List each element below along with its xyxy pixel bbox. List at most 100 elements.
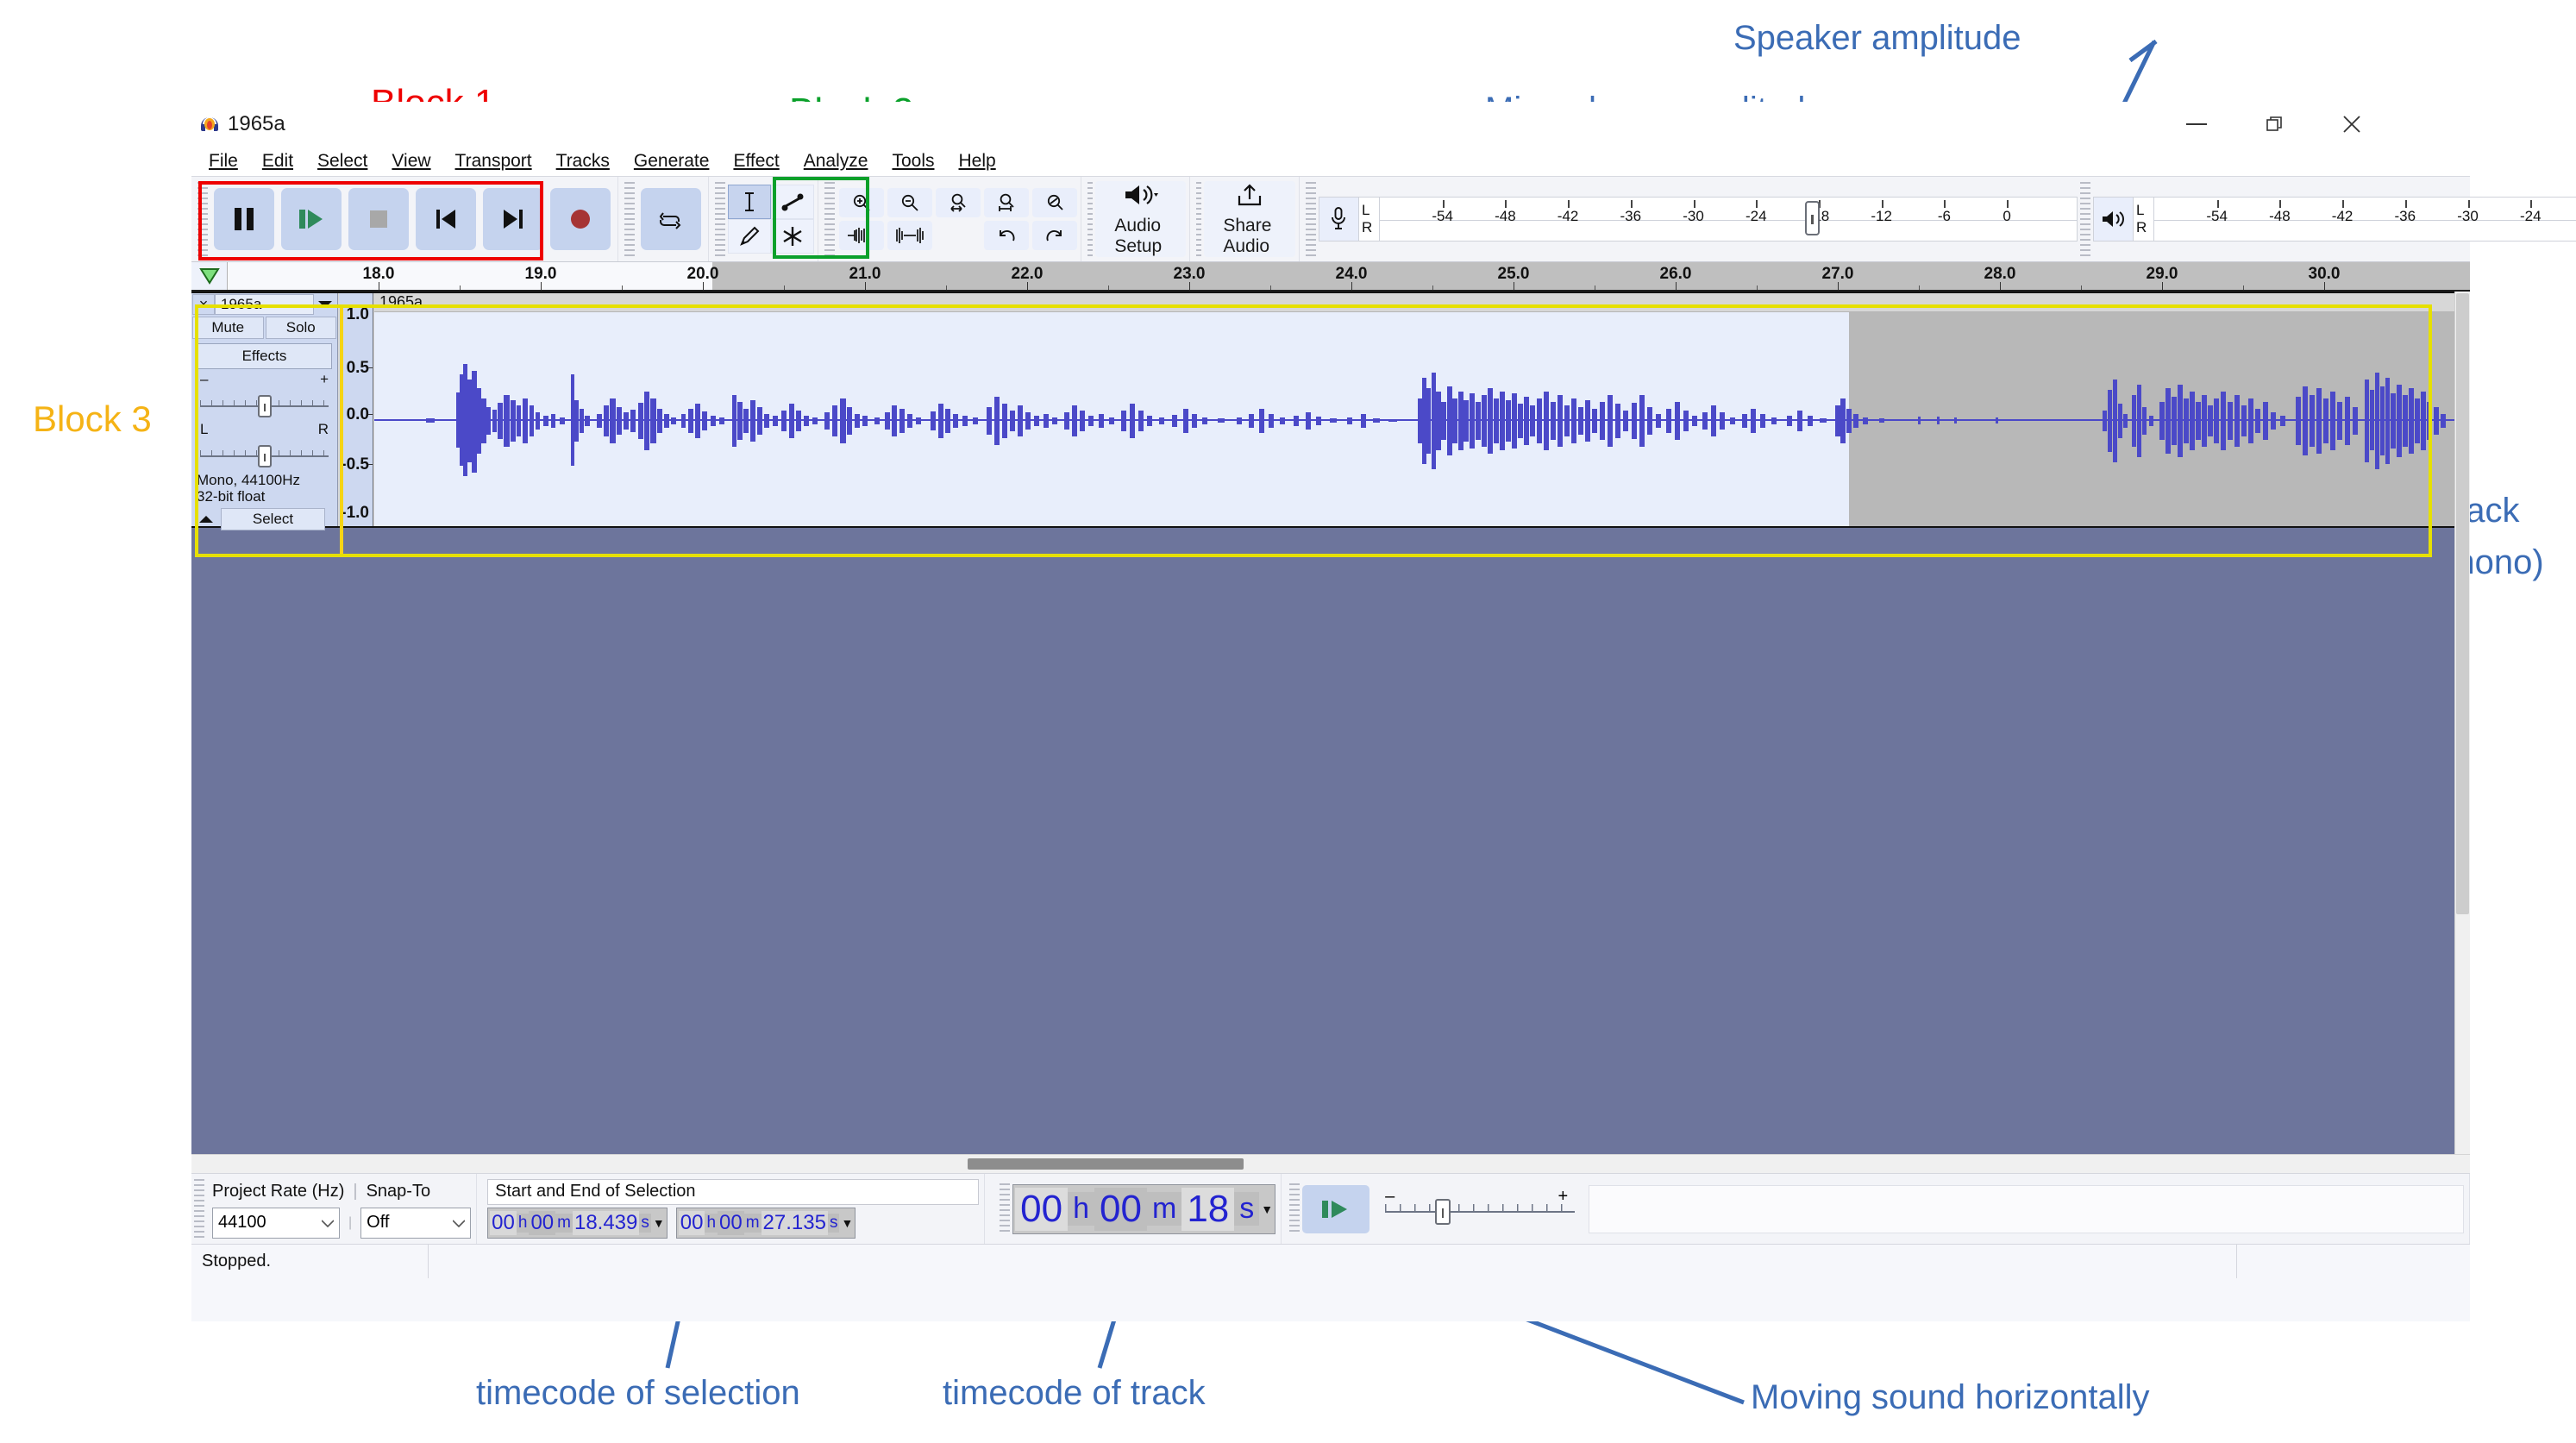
play-at-speed-button[interactable] bbox=[1302, 1184, 1370, 1233]
snap-to-value: Off bbox=[367, 1213, 390, 1232]
chevron-down-icon[interactable] bbox=[314, 294, 336, 315]
ruler-label-11: 29.0 bbox=[2146, 265, 2178, 283]
menu-item-view[interactable]: View bbox=[379, 149, 442, 173]
menu-item-tracks[interactable]: Tracks bbox=[544, 149, 622, 173]
toolbar-empty-dock bbox=[1589, 1184, 2464, 1233]
menu-item-generate[interactable]: Generate bbox=[622, 149, 722, 173]
selection-toolbar-grip[interactable] bbox=[194, 1178, 204, 1239]
ibeam-icon bbox=[745, 192, 754, 211]
play-speed-slider-knob[interactable] bbox=[1435, 1198, 1451, 1225]
draw-tool-button[interactable] bbox=[728, 219, 771, 254]
gain-slider-knob[interactable] bbox=[257, 395, 272, 417]
microphone-icon[interactable] bbox=[1319, 198, 1359, 241]
vertical-scrollbar-thumb[interactable] bbox=[2456, 293, 2469, 914]
menu-item-file[interactable]: File bbox=[197, 149, 250, 173]
playback-meter[interactable]: L R -54 -48 -42 -36 -30 -24 -18 -12 -6 0 bbox=[2092, 197, 2576, 242]
selection-start-timecode[interactable]: 00 h 00 m 18.439 s ▼ bbox=[487, 1207, 668, 1239]
selection-tool-button[interactable] bbox=[728, 185, 771, 219]
zoom-toggle-icon bbox=[1047, 194, 1063, 210]
track-solo-button[interactable]: Solo bbox=[265, 317, 336, 339]
playback-meter-grip[interactable] bbox=[2079, 182, 2090, 256]
zoom-toggle-button[interactable] bbox=[1032, 188, 1077, 217]
track-effects-button[interactable]: Effects bbox=[197, 343, 332, 369]
menu-bar: File Edit Select View Transport Tracks G… bbox=[191, 147, 2470, 176]
menu-item-analyze[interactable]: Analyze bbox=[792, 149, 881, 173]
chevron-down-icon[interactable]: ▼ bbox=[839, 1216, 853, 1230]
vruler-neg-1-0: -1.0 bbox=[341, 504, 369, 522]
vertical-scrollbar[interactable] bbox=[2454, 292, 2470, 1154]
play-button[interactable] bbox=[281, 188, 342, 250]
track-name-field[interactable]: 1965a bbox=[215, 294, 314, 315]
menu-item-transport[interactable]: Transport bbox=[443, 149, 544, 173]
share-audio-button[interactable]: Share Audio bbox=[1204, 181, 1295, 257]
loop-toolbar-grip[interactable] bbox=[624, 182, 635, 256]
recording-meter[interactable]: L R -54 -48 -42 -36 -30 -24 -18 -12 -6 0 bbox=[1318, 197, 2078, 242]
envelope-tool-button[interactable] bbox=[771, 185, 814, 219]
silence-audio-button[interactable] bbox=[887, 221, 932, 250]
record-tick-1: -48 bbox=[1495, 208, 1516, 224]
pan-slider-knob[interactable] bbox=[257, 445, 272, 467]
chevron-down-icon[interactable]: ▼ bbox=[651, 1216, 665, 1230]
waveform-display[interactable]: 1965a bbox=[374, 293, 2470, 526]
menu-item-effect[interactable]: Effect bbox=[721, 149, 791, 173]
zoom-out-button[interactable] bbox=[887, 188, 932, 217]
snap-to-select[interactable]: Off bbox=[360, 1207, 472, 1239]
track-select-button[interactable]: Select bbox=[221, 508, 325, 531]
close-button[interactable] bbox=[2313, 102, 2391, 147]
vruler-neg-0-5: -0.5 bbox=[341, 455, 369, 474]
timeline-ruler[interactable]: 18.0 19.0 20.0 21.0 22.0 23.0 24.0 25.0 … bbox=[191, 262, 2470, 292]
playback-speaker-icon[interactable] bbox=[2093, 198, 2134, 241]
record-button[interactable] bbox=[550, 188, 611, 250]
tools-toolbar-grip[interactable] bbox=[715, 182, 725, 256]
undo-button[interactable] bbox=[984, 221, 1029, 250]
sel-start-m: 00 bbox=[529, 1210, 556, 1235]
selection-mode-field[interactable]: Start and End of Selection bbox=[487, 1178, 980, 1205]
track-select-row: Select bbox=[191, 508, 337, 531]
audio-setup-grip[interactable] bbox=[1087, 182, 1094, 256]
status-cell-2 bbox=[429, 1245, 2237, 1278]
loop-button[interactable] bbox=[641, 188, 701, 250]
menu-item-edit[interactable]: Edit bbox=[250, 149, 305, 173]
horizontal-scrollbar[interactable] bbox=[191, 1154, 2470, 1173]
share-audio-grip[interactable] bbox=[1195, 182, 1202, 256]
fit-selection-button[interactable] bbox=[936, 188, 981, 217]
track-mute-button[interactable]: Mute bbox=[192, 317, 264, 339]
play-speed-grip[interactable] bbox=[1289, 1183, 1301, 1235]
menu-item-help[interactable]: Help bbox=[947, 149, 1008, 173]
audio-position-timecode[interactable]: 00 h 00 m 18 s ▼ bbox=[1012, 1183, 1276, 1234]
chevron-down-icon[interactable]: ▼ bbox=[1259, 1202, 1273, 1216]
menu-item-select[interactable]: Select bbox=[305, 149, 379, 173]
skip-start-icon bbox=[436, 210, 455, 229]
clip-title-bar[interactable]: 1965a bbox=[374, 293, 2470, 312]
pan-slider[interactable] bbox=[200, 443, 329, 469]
minimize-button[interactable] bbox=[2158, 102, 2235, 147]
menu-item-tools[interactable]: Tools bbox=[880, 149, 946, 173]
fit-project-button[interactable] bbox=[984, 188, 1029, 217]
undo-icon bbox=[1000, 229, 1015, 242]
time-toolbar-grip[interactable] bbox=[1000, 1183, 1011, 1235]
track-format-line1: Mono, 44100Hz bbox=[197, 472, 301, 488]
trim-audio-button[interactable] bbox=[839, 221, 884, 250]
zoom-in-button[interactable] bbox=[839, 188, 884, 217]
gain-slider[interactable] bbox=[200, 393, 329, 419]
edit-toolbar-grip[interactable] bbox=[824, 182, 835, 256]
recording-meter-grip[interactable] bbox=[1305, 182, 1316, 256]
waveform-canvas[interactable] bbox=[374, 312, 2470, 526]
skip-to-end-button[interactable] bbox=[483, 188, 543, 250]
project-rate-select[interactable]: 44100 bbox=[212, 1207, 340, 1239]
track-close-button[interactable]: × bbox=[192, 294, 215, 315]
selection-end-timecode[interactable]: 00 h 00 m 27.135 s ▼ bbox=[675, 1207, 856, 1239]
multi-tool-button[interactable] bbox=[771, 219, 814, 254]
audio-setup-button[interactable]: Audio Setup bbox=[1095, 181, 1186, 257]
transport-toolbar-grip[interactable] bbox=[197, 182, 208, 256]
horizontal-scrollbar-thumb[interactable] bbox=[968, 1158, 1244, 1170]
skip-to-start-button[interactable] bbox=[416, 188, 476, 250]
record-meter-thumb[interactable] bbox=[1804, 201, 1820, 235]
pause-button[interactable] bbox=[214, 188, 274, 250]
stop-button[interactable] bbox=[348, 188, 409, 250]
triangle-up-icon[interactable] bbox=[191, 515, 221, 524]
restore-button[interactable] bbox=[2235, 102, 2313, 147]
play-speed-slider[interactable]: – + bbox=[1382, 1185, 1580, 1233]
pinned-play-head-button[interactable] bbox=[191, 262, 228, 290]
redo-button[interactable] bbox=[1032, 221, 1077, 250]
